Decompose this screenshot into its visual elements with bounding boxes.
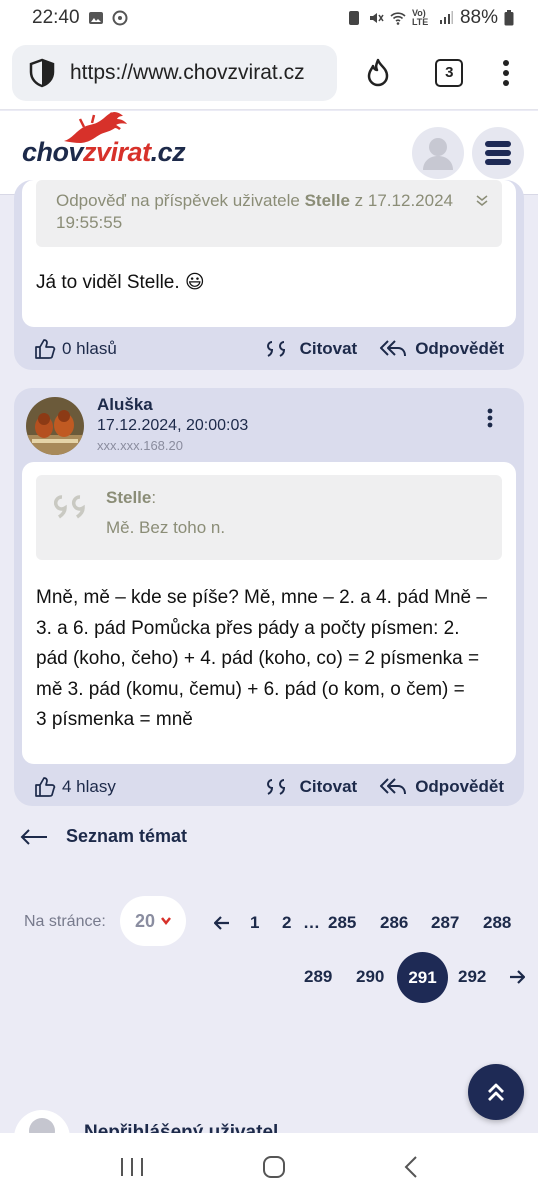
signal-icon — [439, 11, 453, 24]
smiley-emoji: 😃 — [184, 272, 205, 293]
post-card: Odpověď na příspěvek uživatele Stelle z … — [14, 180, 524, 370]
author-avatar[interactable] — [26, 397, 84, 455]
user-icon — [423, 137, 453, 170]
post-card: Aluška 17.12.2024, 20:00:03 xxx.xxx.168.… — [14, 388, 524, 806]
mute-icon — [369, 13, 384, 23]
page-link[interactable]: 286 — [380, 913, 408, 933]
volte-label: Vo) LTE — [411, 8, 429, 27]
user-icon — [29, 1118, 55, 1134]
reply-info-user[interactable]: Stelle — [305, 191, 350, 210]
tabs-button[interactable]: 3 — [418, 45, 480, 101]
reply-info-prefix: Odpověď na příspěvek uživatele — [56, 191, 305, 210]
current-page[interactable]: 291 — [397, 952, 448, 1003]
browser-toolbar: https://www.chovzvirat.cz 3 — [0, 36, 538, 110]
tab-count: 3 — [435, 58, 464, 87]
author-name[interactable]: Aluška — [97, 395, 153, 415]
quote-block: Stelle: Mě. Bez toho n. — [36, 475, 502, 560]
post-body: Odpověď na příspěvek uživatele Stelle z … — [22, 180, 516, 327]
main-menu-button[interactable] — [472, 126, 524, 179]
like-button[interactable]: 0 hlasů — [34, 338, 117, 360]
dogs-photo — [26, 397, 84, 455]
menu-icon — [485, 140, 511, 165]
battery-percent: 88% — [459, 7, 498, 28]
next-post-peek: Nepřihlášený uživatel — [14, 1110, 524, 1134]
chevron-down-icon — [161, 917, 171, 925]
quote-button[interactable]: Citovat — [266, 339, 357, 359]
per-page-select[interactable]: 20 — [120, 896, 186, 946]
clock: 22:40 — [32, 7, 80, 28]
page-link[interactable]: 292 — [458, 967, 486, 987]
avatar[interactable] — [14, 1110, 70, 1134]
reply-button[interactable]: Odpovědět — [379, 776, 504, 798]
post-text: Mně, mě – kde se píše? Mě, mne – 2. a 4.… — [36, 587, 487, 730]
quote-author[interactable]: Stelle — [106, 488, 151, 507]
prev-page-icon[interactable] — [214, 916, 230, 930]
quote-colon: : — [151, 488, 157, 507]
battery-icon — [504, 10, 514, 26]
nfc-icon — [348, 11, 359, 25]
home-icon[interactable] — [262, 1155, 286, 1179]
post-date: 17.12.2024, 20:00:03 — [97, 417, 249, 434]
page-link[interactable]: 290 — [356, 967, 384, 987]
wifi-icon — [390, 12, 406, 25]
post-footer: 4 hlasy Citovat Odpovědět — [14, 765, 524, 809]
quote-mark-icon — [54, 495, 85, 519]
reply-all-icon — [380, 340, 407, 357]
scroll-top-button[interactable] — [468, 1064, 524, 1120]
reply-button[interactable]: Odpovědět — [379, 338, 504, 360]
like-button[interactable]: 4 hlasy — [34, 776, 116, 798]
next-page-icon[interactable] — [509, 970, 525, 984]
arrow-left-icon — [20, 828, 47, 845]
recent-apps-icon[interactable] — [119, 1156, 145, 1178]
gallery-icon — [88, 12, 103, 24]
quote-button[interactable]: Citovat — [266, 777, 357, 797]
reply-info: Odpověď na příspěvek uživatele Stelle z … — [36, 180, 502, 247]
page-link[interactable]: 288 — [483, 913, 511, 933]
flame-icon — [367, 58, 388, 86]
per-page-label: Na stránce: — [24, 913, 106, 930]
user-avatar-button[interactable] — [412, 126, 464, 179]
topic-list-link[interactable]: Seznam témat — [20, 826, 187, 847]
post-footer: 0 hlasů Citovat Odpovědět — [14, 327, 524, 371]
more-vertical-icon — [503, 59, 510, 86]
double-chevron-up-icon — [488, 1083, 504, 1101]
reply-all-icon — [380, 778, 407, 795]
sync-icon — [112, 10, 128, 26]
url-text[interactable]: https://www.chovzvirat.cz — [70, 61, 305, 85]
vote-count: 4 hlasy — [62, 777, 116, 796]
page-ellipsis: … — [303, 913, 320, 932]
page-link[interactable]: 287 — [431, 913, 459, 933]
post-menu-icon[interactable] — [486, 408, 494, 428]
quote-text: Mě. Bez toho n. — [106, 518, 226, 537]
reply-info-date: z 17.12.2024 — [349, 191, 453, 210]
quote-icon — [266, 341, 285, 357]
page-link[interactable]: 285 — [328, 913, 356, 933]
site-logo[interactable]: chovzvirat.cz — [22, 112, 186, 168]
page-link[interactable]: 2 — [282, 913, 291, 933]
page-link[interactable]: 1 — [250, 913, 259, 933]
status-bar: 22:40 Vo) LTE 88% — [0, 0, 538, 36]
reply-info-time: 19:55:55 — [56, 213, 123, 232]
page-link[interactable]: 289 — [304, 967, 332, 987]
expand-icon[interactable] — [476, 194, 488, 206]
logo-text-cz: .cz — [150, 137, 186, 167]
quote-icon — [266, 779, 285, 795]
post-ip: xxx.xxx.168.20 — [97, 438, 183, 453]
back-icon[interactable] — [403, 1155, 419, 1179]
lizard-logo-icon — [64, 112, 127, 143]
shield-icon[interactable] — [28, 58, 56, 88]
fire-button[interactable] — [347, 45, 409, 101]
vote-count: 0 hlasů — [62, 339, 117, 358]
address-bar[interactable]: https://www.chovzvirat.cz — [12, 44, 337, 101]
browser-menu-button[interactable] — [486, 45, 526, 101]
thumbs-up-icon — [35, 339, 56, 359]
post-text: Já to viděl Stelle. 😃 — [36, 272, 205, 293]
system-nav-bar — [0, 1133, 538, 1200]
thumbs-up-icon — [35, 777, 56, 797]
post-body: Stelle: Mě. Bez toho n. Mně, mě – kde se… — [22, 462, 516, 764]
